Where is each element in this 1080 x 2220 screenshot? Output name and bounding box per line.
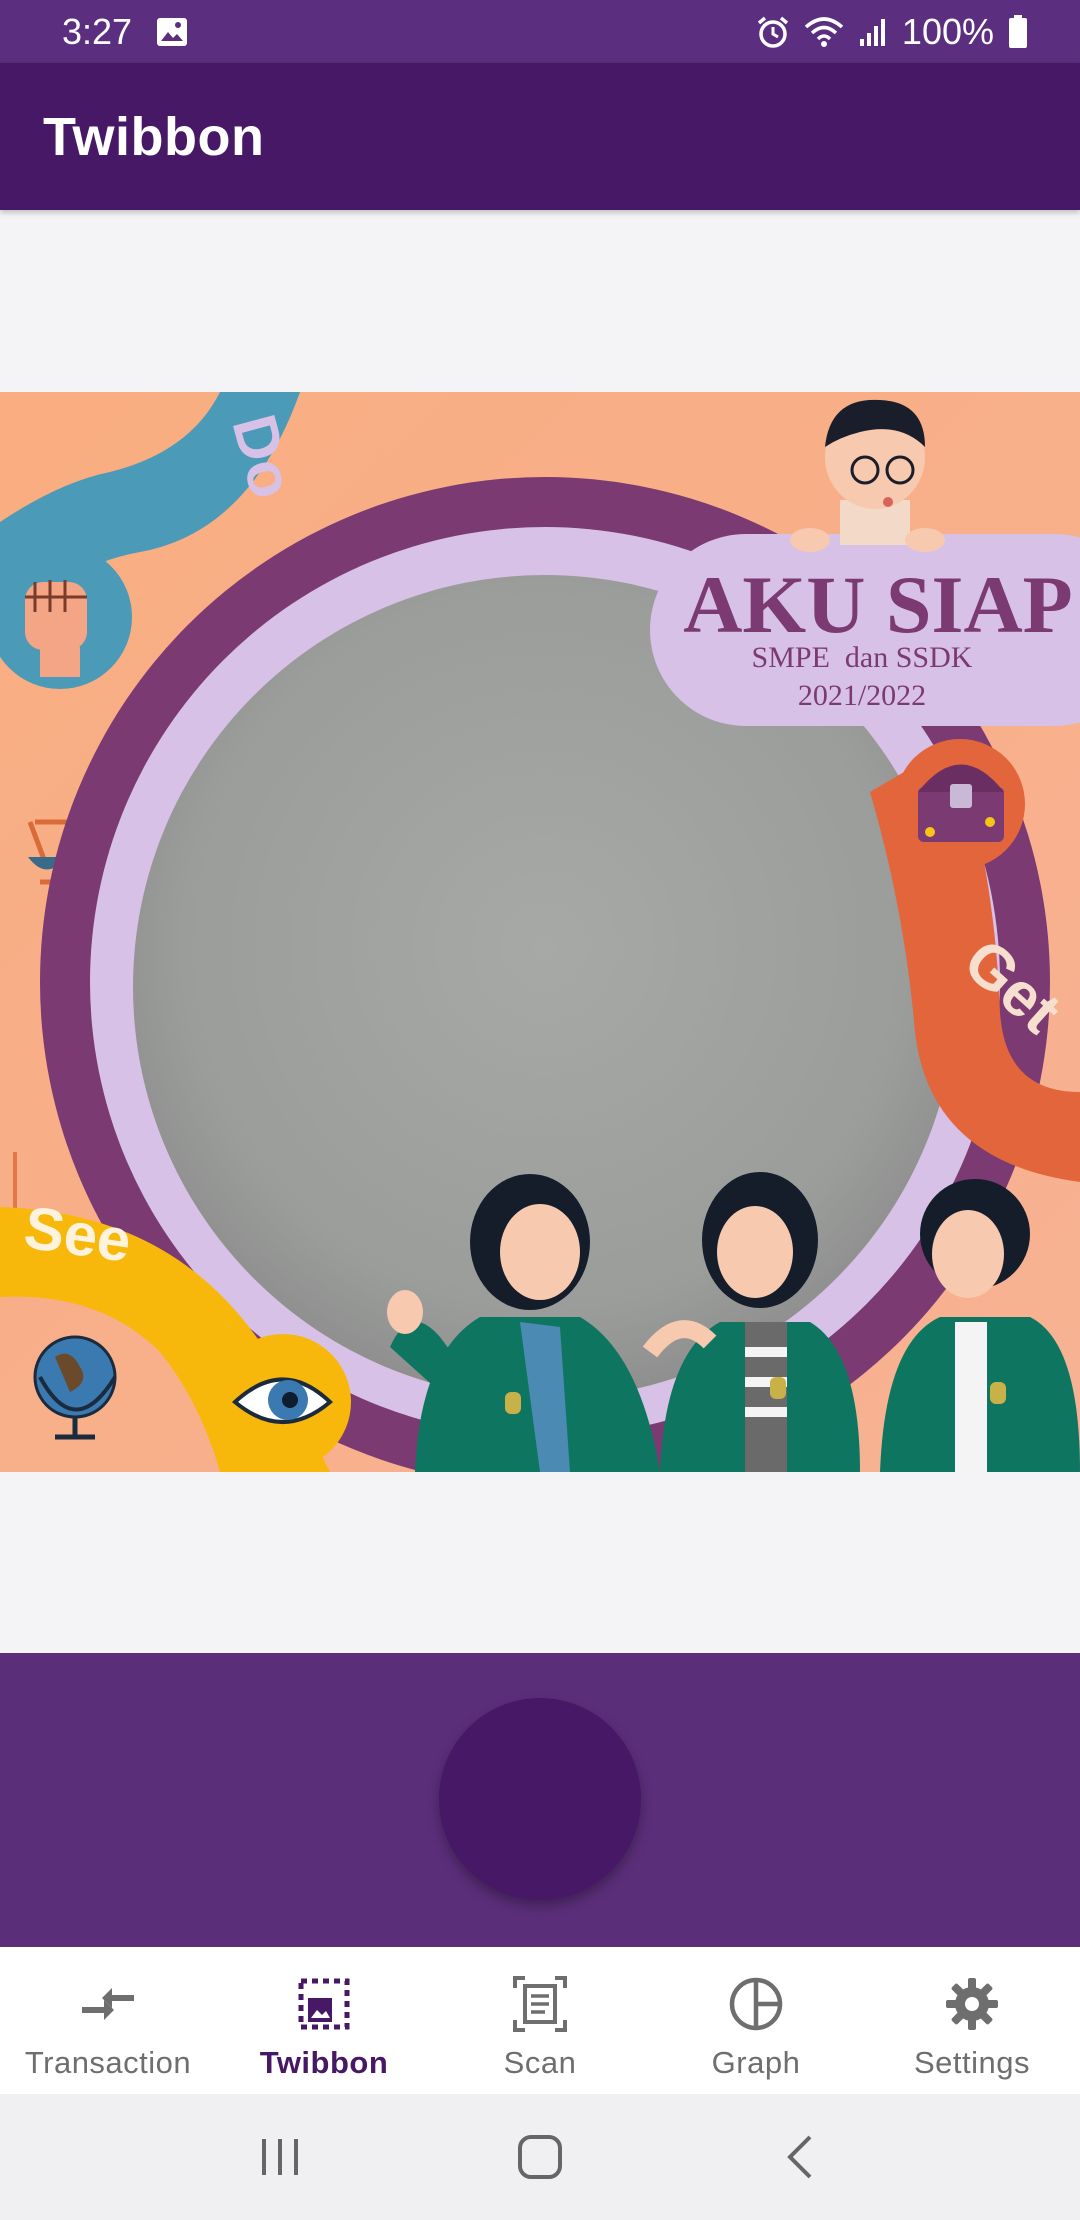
back-button[interactable] xyxy=(750,2107,850,2207)
recent-apps-icon xyxy=(262,2139,298,2175)
nav-label-transaction: Transaction xyxy=(24,2045,192,2080)
wifi-icon xyxy=(804,16,844,48)
capture-button[interactable] xyxy=(439,1698,641,1900)
home-button[interactable] xyxy=(490,2107,590,2207)
screen: 3:27 100% Twibbon AKU SIAP SMPE dan SSDK… xyxy=(0,0,1080,2220)
capture-panel xyxy=(0,1653,1080,1947)
app-bar: Twibbon xyxy=(0,63,1080,210)
signal-icon xyxy=(858,17,888,47)
recent-apps-button[interactable] xyxy=(230,2107,330,2207)
system-navigation xyxy=(0,2094,1080,2220)
document-scan-icon xyxy=(509,1973,571,2035)
status-bar: 3:27 100% xyxy=(0,0,1080,63)
banner-headline: AKU SIAP xyxy=(683,559,1073,650)
bottom-navigation: Transaction Twibbon Scan Graph Settings xyxy=(0,1947,1080,2094)
home-icon xyxy=(518,2135,562,2179)
nav-item-transaction[interactable]: Transaction xyxy=(0,1947,216,2094)
nav-label-graph: Graph xyxy=(711,2045,801,2080)
banner-subtitle: SMPE dan SSDK xyxy=(752,641,973,674)
gear-icon xyxy=(941,1973,1003,2035)
frame-image-icon xyxy=(293,1973,355,2035)
nav-item-graph[interactable]: Graph xyxy=(648,1947,864,2094)
image-icon xyxy=(156,17,188,47)
nav-item-scan[interactable]: Scan xyxy=(432,1947,648,2094)
page-title: Twibbon xyxy=(43,106,265,167)
banner-year: 2021/2022 xyxy=(798,679,926,712)
nav-item-twibbon[interactable]: Twibbon xyxy=(216,1947,432,2094)
alarm-icon xyxy=(756,15,790,49)
status-time: 3:27 xyxy=(62,10,133,52)
pie-chart-icon xyxy=(725,1973,787,2035)
battery-level: 100% xyxy=(901,10,994,52)
nav-label-scan: Scan xyxy=(503,2045,577,2080)
battery-icon xyxy=(1008,14,1028,49)
nav-item-settings[interactable]: Settings xyxy=(864,1947,1080,2094)
twibbon-frame[interactable]: AKU SIAP SMPE dan SSDK 2021/2022 Do Get … xyxy=(0,392,1080,1472)
nav-label-twibbon: Twibbon xyxy=(259,2045,389,2080)
transfer-arrows-icon xyxy=(77,1973,139,2035)
back-icon xyxy=(787,2135,812,2179)
twibbon-artwork: AKU SIAP SMPE dan SSDK 2021/2022 Do Get … xyxy=(0,392,1080,1472)
nav-label-settings: Settings xyxy=(913,2045,1030,2080)
